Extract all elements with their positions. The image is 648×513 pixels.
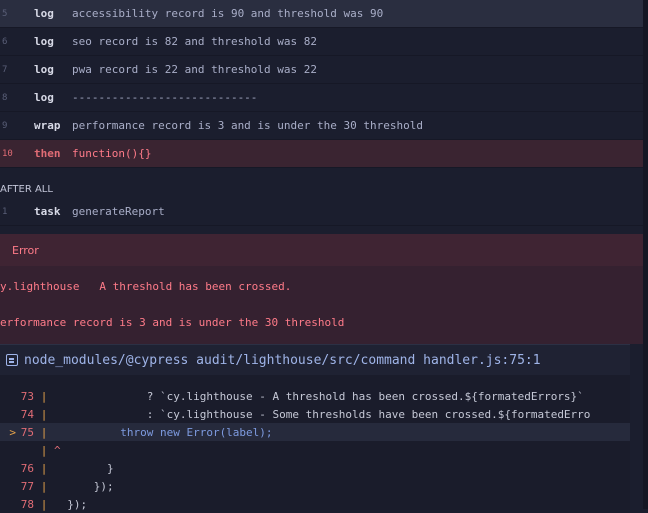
gutter-bar: | xyxy=(40,407,48,421)
code-line: | ^ xyxy=(0,441,630,459)
code-line: 76 | } xyxy=(0,459,630,477)
command-message: generateReport xyxy=(72,205,165,218)
file-icon xyxy=(6,354,18,366)
command-number: 6 xyxy=(2,36,8,47)
code-line: 77 | }); xyxy=(0,477,630,495)
command-message: accessibility record is 90 and threshold… xyxy=(72,7,384,20)
command-message: performance record is 3 and is under the… xyxy=(72,119,423,132)
command-number: 10 xyxy=(2,148,13,159)
command-row-log[interactable]: 8 log ---------------------------- xyxy=(0,84,643,112)
gutter-bar: | xyxy=(40,461,48,475)
line-number: 73 xyxy=(20,389,34,403)
error-panel: Error y.lighthouse A threshold has been … xyxy=(0,234,643,344)
error-detail: erformance record is 3 and is under the … xyxy=(0,316,345,329)
code-line: 74 | : `cy.lighthouse - Some thresholds … xyxy=(0,405,630,423)
command-name: log xyxy=(34,91,54,104)
line-number: 75 xyxy=(20,425,34,439)
gutter-bar: | xyxy=(40,389,48,403)
command-row-log[interactable]: 7 log pwa record is 22 and threshold was… xyxy=(0,56,643,84)
command-name: then xyxy=(34,147,61,160)
command-message: ---------------------------- xyxy=(72,91,258,104)
error-title: Error xyxy=(0,234,643,266)
code-text: } xyxy=(54,461,114,475)
gutter-bar: | xyxy=(40,425,48,439)
code-line-current: > 75 | throw new Error(label); xyxy=(0,423,630,441)
code-text: : `cy.lighthouse - Some thresholds have … xyxy=(54,407,591,421)
command-message: seo record is 82 and threshold was 82 xyxy=(72,35,318,48)
command-number: 7 xyxy=(2,64,8,75)
command-message: function(){} xyxy=(72,147,152,160)
command-number: 9 xyxy=(2,120,8,131)
command-name: log xyxy=(34,7,54,20)
after-all-hook-label[interactable]: AFTER ALL xyxy=(0,180,643,198)
code-text: ? `cy.lighthouse - A threshold has been … xyxy=(54,389,584,403)
command-name: task xyxy=(34,205,61,218)
line-marker: > xyxy=(9,425,16,439)
line-number: 74 xyxy=(20,407,34,421)
command-name: log xyxy=(34,35,54,48)
command-number: 5 xyxy=(2,8,8,19)
gutter-bar: | xyxy=(40,443,48,457)
command-row-log[interactable]: 5 log accessibility record is 90 and thr… xyxy=(0,0,643,28)
command-name: log xyxy=(34,63,54,76)
line-number: 77 xyxy=(20,479,34,493)
code-text: ^ xyxy=(54,443,61,457)
code-frame: node_modules/@cypress audit/lighthouse/s… xyxy=(0,344,630,513)
gutter-bar: | xyxy=(40,479,48,493)
command-number: 1 xyxy=(2,206,8,217)
code-line: 73 | ? `cy.lighthouse - A threshold has … xyxy=(0,387,630,405)
scrollbar[interactable] xyxy=(643,0,648,509)
code-line: 78 | }); xyxy=(0,495,630,513)
command-message: pwa record is 22 and threshold was 22 xyxy=(72,63,318,76)
command-number: 8 xyxy=(2,92,8,103)
error-message: y.lighthouse A threshold has been crosse… xyxy=(0,280,292,293)
code-text: throw new Error(label); xyxy=(54,425,273,439)
command-row-wrap[interactable]: 9 wrap performance record is 3 and is un… xyxy=(0,112,643,140)
command-row-task[interactable]: 1 task generateReport xyxy=(0,198,643,226)
code-text: }); xyxy=(54,479,114,493)
code-frame-file-link[interactable]: node_modules/@cypress audit/lighthouse/s… xyxy=(0,345,630,375)
command-name: wrap xyxy=(34,119,61,132)
file-path: node_modules/@cypress audit/lighthouse/s… xyxy=(24,352,541,368)
command-row-then-failed[interactable]: 10 then function(){} xyxy=(0,140,643,168)
command-row-log[interactable]: 6 log seo record is 82 and threshold was… xyxy=(0,28,643,56)
line-number: 76 xyxy=(20,461,34,475)
